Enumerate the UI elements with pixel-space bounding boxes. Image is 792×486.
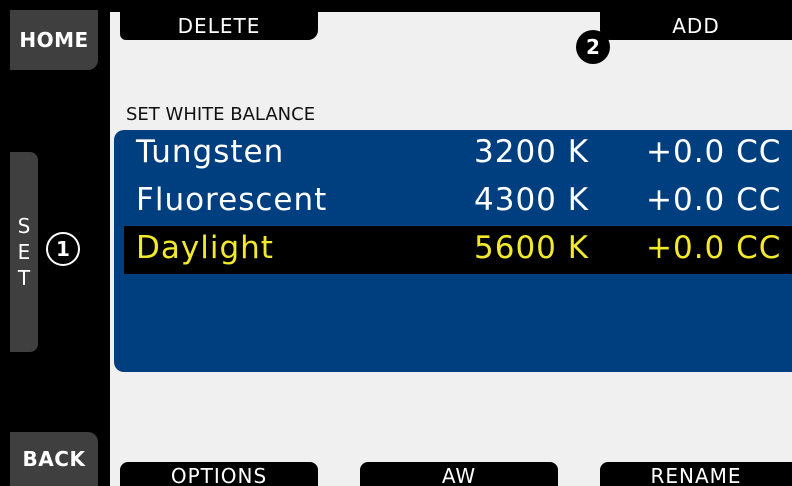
callout-2-marker: 2 <box>576 30 610 64</box>
set-button[interactable]: S E T <box>10 152 38 352</box>
white-balance-list[interactable]: Tungsten 3200 K +0.0 CC Fluorescent 4300… <box>114 130 792 372</box>
set-letter-t: T <box>17 266 31 290</box>
callout-1-marker: 1 <box>46 232 80 266</box>
rename-button[interactable]: RENAME <box>600 462 792 486</box>
page-title: SET WHITE BALANCE <box>126 104 316 125</box>
list-item-name: Tungsten <box>136 134 285 170</box>
add-button[interactable]: ADD <box>600 12 792 40</box>
list-item-temperature: 5600 K <box>474 230 590 266</box>
list-item-temperature: 3200 K <box>474 134 590 170</box>
set-letter-e: E <box>17 240 31 264</box>
list-item-name: Fluorescent <box>136 182 328 218</box>
list-item-cc: +0.0 CC <box>646 182 782 218</box>
home-button[interactable]: HOME <box>10 10 98 70</box>
delete-button[interactable]: DELETE <box>120 12 318 40</box>
list-item-fluorescent[interactable]: Fluorescent 4300 K +0.0 CC <box>124 178 792 226</box>
back-button[interactable]: BACK <box>10 432 98 486</box>
auto-white-button[interactable]: AW <box>360 462 558 486</box>
list-item-temperature: 4300 K <box>474 182 590 218</box>
set-letter-s: S <box>17 214 31 238</box>
options-button[interactable]: OPTIONS <box>120 462 318 486</box>
list-item-daylight[interactable]: Daylight 5600 K +0.0 CC <box>124 226 792 274</box>
list-item-name: Daylight <box>136 230 274 266</box>
list-item-cc: +0.0 CC <box>646 230 782 266</box>
list-item-tungsten[interactable]: Tungsten 3200 K +0.0 CC <box>124 130 792 178</box>
left-softkey-column: HOME S E T 1 BACK <box>0 0 110 486</box>
list-item-cc: +0.0 CC <box>646 134 782 170</box>
